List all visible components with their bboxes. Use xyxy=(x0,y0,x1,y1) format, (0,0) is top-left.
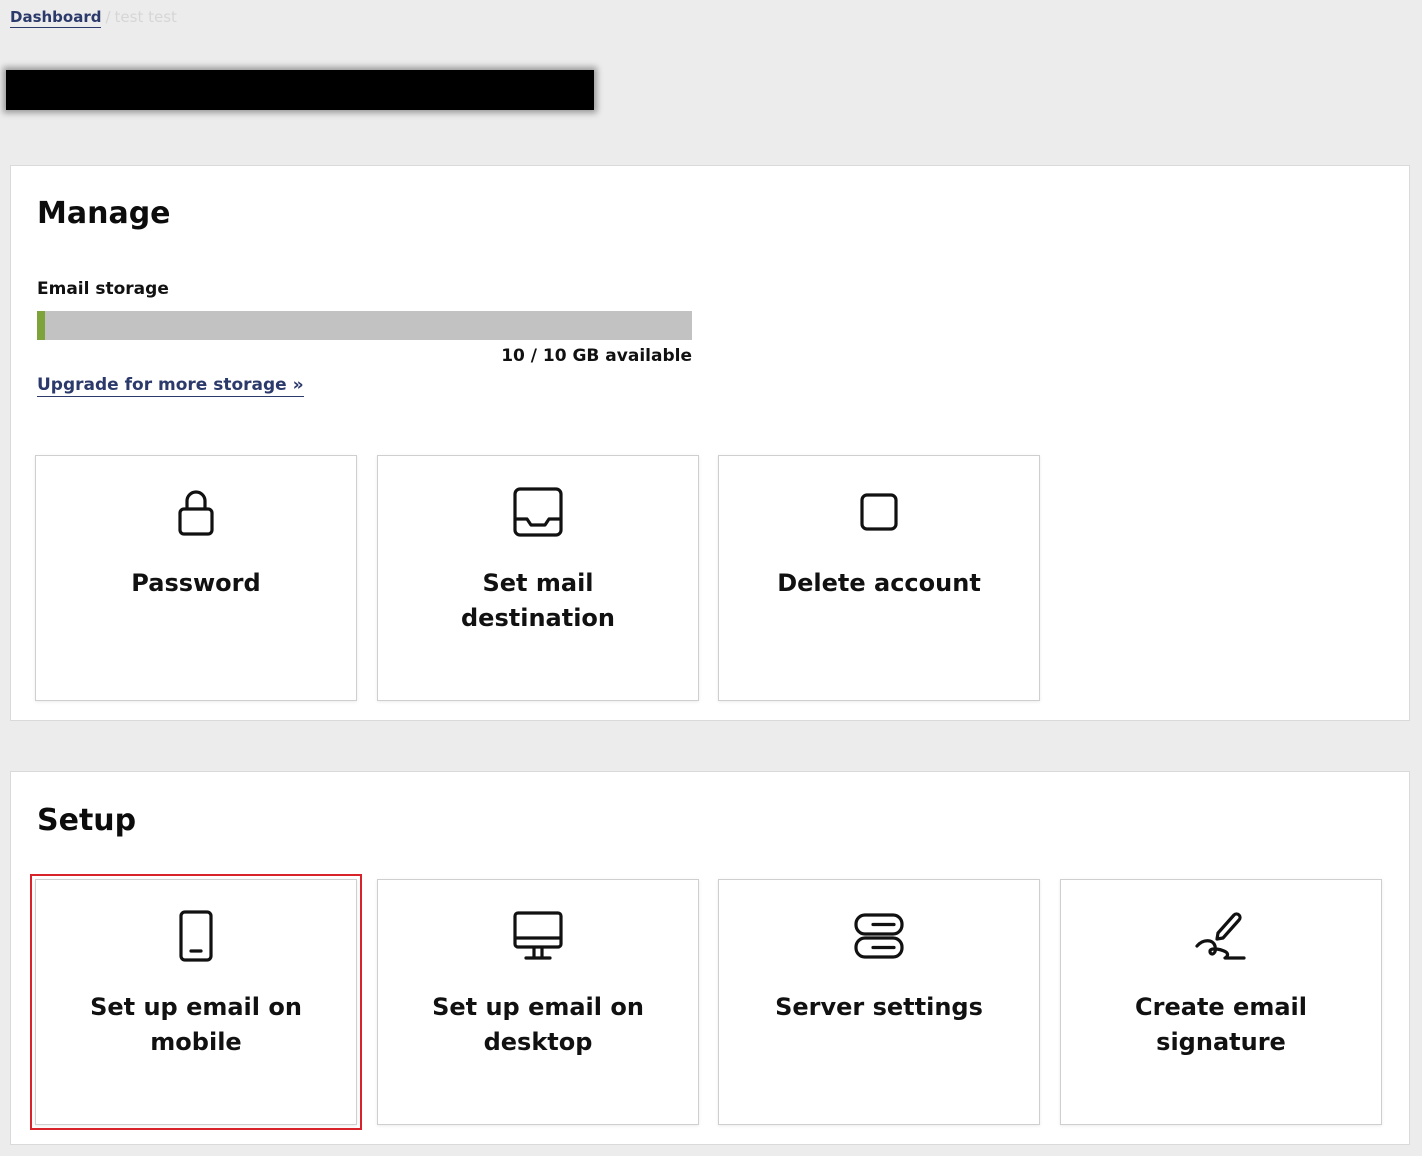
setup-desktop-label: Set up email on desktop xyxy=(432,993,644,1056)
square-icon xyxy=(860,493,898,531)
email-storage-label: Email storage xyxy=(37,279,169,299)
breadcrumb-separator: / xyxy=(105,8,111,26)
set-mail-destination-label: Set mail destination xyxy=(461,569,615,632)
password-card[interactable]: Password xyxy=(35,455,357,701)
email-storage-bar xyxy=(37,311,692,340)
mobile-phone-icon xyxy=(179,910,213,962)
server-settings-card[interactable]: Server settings xyxy=(718,879,1040,1125)
email-storage-fill xyxy=(37,311,45,340)
breadcrumb: Dashboard / test test xyxy=(10,8,177,28)
inbox-tray-icon xyxy=(513,487,563,537)
breadcrumb-dashboard-link[interactable]: Dashboard xyxy=(10,8,102,28)
setup-panel: Setup Set up email on mobile Set up emai… xyxy=(10,771,1410,1145)
set-mail-destination-card[interactable]: Set mail destination xyxy=(377,455,699,701)
setup-mobile-card[interactable]: Set up email on mobile xyxy=(30,874,362,1130)
upgrade-storage-link[interactable]: Upgrade for more storage » xyxy=(37,375,304,397)
lock-icon xyxy=(178,490,214,536)
breadcrumb-current: test test xyxy=(114,8,177,26)
manage-panel: Manage Email storage 10 / 10 GB availabl… xyxy=(10,165,1410,721)
password-card-label: Password xyxy=(131,569,261,597)
delete-account-label: Delete account xyxy=(777,569,981,597)
manage-title: Manage xyxy=(37,196,171,231)
email-signature-label: Create email signature xyxy=(1135,993,1307,1056)
email-storage-available: 10 / 10 GB available xyxy=(501,346,692,366)
setup-mobile-label: Set up email on mobile xyxy=(90,993,302,1056)
server-icon xyxy=(854,913,904,959)
setup-title: Setup xyxy=(37,803,137,838)
desktop-monitor-icon xyxy=(513,911,563,960)
email-signature-card[interactable]: Create email signature xyxy=(1060,879,1382,1125)
delete-account-card[interactable]: Delete account xyxy=(718,455,1040,701)
signature-pen-icon xyxy=(1195,912,1246,960)
setup-desktop-card[interactable]: Set up email on desktop xyxy=(377,879,699,1125)
server-settings-label: Server settings xyxy=(775,993,983,1021)
redacted-page-title xyxy=(6,70,594,110)
